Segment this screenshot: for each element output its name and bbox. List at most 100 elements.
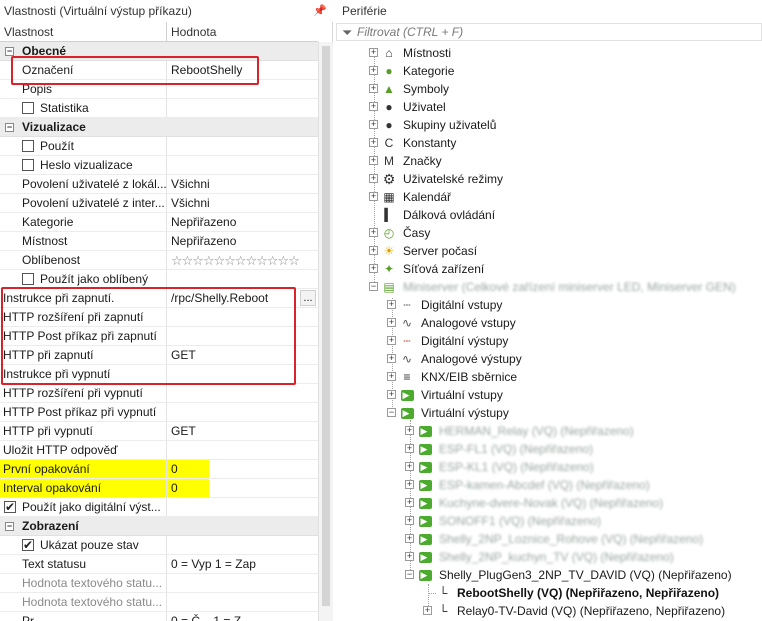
property-row-statistika[interactable]: Statistika — [0, 99, 318, 118]
expand-icon[interactable]: + — [369, 174, 378, 183]
property-value[interactable]: /rpc/Shelly.Reboot — [167, 289, 318, 307]
property-value[interactable] — [167, 593, 318, 611]
expand-icon[interactable]: + — [369, 192, 378, 201]
property-row-partial[interactable]: Pr... 0 = Č... 1 = Z... — [0, 612, 318, 621]
analog-input-icon: ∿ — [401, 316, 413, 330]
expand-icon[interactable]: + — [369, 48, 378, 57]
expand-icon[interactable]: + — [387, 372, 396, 381]
property-row-ukazat-stav[interactable]: Ukázat pouze stav — [0, 536, 318, 555]
expand-icon[interactable]: + — [369, 120, 378, 129]
filter-input[interactable]: ⏷ Filtrovat (CTRL + F) — [336, 23, 762, 41]
column-header-value[interactable]: Hodnota — [167, 22, 318, 42]
property-value[interactable]: Nepřiřazeno — [167, 213, 318, 231]
property-row-kategorie[interactable]: Kategorie Nepřiřazeno — [0, 213, 318, 232]
property-value[interactable]: GET — [167, 422, 318, 440]
expand-icon[interactable]: + — [387, 300, 396, 309]
property-value[interactable] — [167, 80, 318, 98]
property-row-povoleni-internet[interactable]: Povolení uživatelé z inter... Všichni — [0, 194, 318, 213]
property-row-http-vypnuti[interactable]: HTTP při vypnutí GET — [0, 422, 318, 441]
property-row-oblibenost[interactable]: Oblíbenost ☆☆☆☆☆☆☆☆☆☆☆☆ — [0, 251, 318, 270]
property-value[interactable]: 0 = Vyp 1 = Zap — [167, 555, 318, 573]
pin-icon[interactable]: 📌 — [313, 0, 327, 22]
property-name: Uložit HTTP odpověď — [0, 441, 167, 459]
property-row-hodnota-textoveho-1[interactable]: Hodnota textového statu... — [0, 574, 318, 593]
collapse-icon[interactable]: − — [405, 570, 414, 579]
scrollbar-thumb[interactable] — [322, 46, 330, 606]
property-name: Použít — [0, 137, 167, 155]
property-value[interactable]: 0 = Č... 1 = Z... — [167, 612, 318, 621]
property-row-http-post-zapnuti[interactable]: HTTP Post příkaz při zapnutí — [0, 327, 318, 346]
property-value[interactable]: Nepřiřazeno — [167, 232, 318, 250]
expand-icon[interactable]: + — [387, 390, 396, 399]
property-value[interactable]: Všichni — [167, 175, 318, 193]
property-value[interactable] — [167, 365, 318, 383]
property-row-http-rozsireni-zapnuti[interactable]: HTTP rozšíření při zapnutí — [0, 308, 318, 327]
property-name: Heslo vizualizace — [0, 156, 167, 174]
expand-icon[interactable]: + — [405, 480, 414, 489]
expand-icon[interactable]: + — [405, 534, 414, 543]
section-zobrazeni[interactable]: − Zobrazení — [0, 517, 318, 536]
property-row-http-post-vypnuti[interactable]: HTTP Post příkaz při vypnutí — [0, 403, 318, 422]
expand-icon[interactable]: + — [369, 66, 378, 75]
expand-icon[interactable]: + — [369, 246, 378, 255]
expand-icon[interactable]: + — [405, 516, 414, 525]
property-value[interactable]: Všichni — [167, 194, 318, 212]
property-row-heslo[interactable]: Heslo vizualizace — [0, 156, 318, 175]
property-value[interactable]: GET — [167, 346, 318, 364]
property-row-povoleni-lokal[interactable]: Povolení uživatelé z lokál... Všichni — [0, 175, 318, 194]
expand-icon[interactable]: + — [405, 498, 414, 507]
property-row-ulozit-http[interactable]: Uložit HTTP odpověď — [0, 441, 318, 460]
property-row-http-zapnuti[interactable]: HTTP při zapnutí GET — [0, 346, 318, 365]
property-row-instrukce-vypnuti[interactable]: Instrukce při vypnutí — [0, 365, 318, 384]
expand-icon[interactable]: + — [369, 156, 378, 165]
property-row-instrukce-zapnuti[interactable]: Instrukce při zapnutí. /rpc/Shelly.Reboo… — [0, 289, 318, 308]
section-label: Obecné — [22, 44, 67, 58]
property-row-http-rozsireni-vypnuti[interactable]: HTTP rozšíření při vypnutí — [0, 384, 318, 403]
property-row-text-statusu[interactable]: Text statusu 0 = Vyp 1 = Zap — [0, 555, 318, 574]
property-value[interactable]: RebootShelly — [167, 61, 318, 79]
constant-icon: C — [384, 136, 394, 150]
expand-icon[interactable]: + — [369, 102, 378, 111]
expand-icon[interactable]: + — [369, 138, 378, 147]
property-row-mistnost[interactable]: Místnost Nepřiřazeno — [0, 232, 318, 251]
property-row-pouzit-oblibeny[interactable]: Použít jako oblíbený — [0, 270, 318, 289]
expand-icon[interactable]: + — [405, 552, 414, 561]
expand-icon[interactable]: + — [369, 84, 378, 93]
property-row-prvni-opakovani[interactable]: První opakování 0 — [0, 460, 318, 479]
property-value[interactable] — [167, 403, 318, 421]
rating-stars[interactable]: ☆☆☆☆☆☆☆☆☆☆☆☆ — [167, 251, 318, 269]
expand-icon[interactable]: + — [423, 606, 432, 615]
column-header-property[interactable]: Vlastnost — [0, 22, 167, 42]
property-row-popis[interactable]: Popis — [0, 80, 318, 99]
property-row-pouzit[interactable]: Použít — [0, 137, 318, 156]
property-value[interactable] — [167, 441, 318, 459]
node-label: Shelly_PlugGen3_2NP_TV_DAVID (VQ) (Nepři… — [439, 568, 732, 582]
expand-icon[interactable]: + — [405, 462, 414, 471]
expand-icon[interactable]: + — [369, 264, 378, 273]
property-value[interactable]: 0 — [167, 479, 209, 497]
section-vizualizace[interactable]: − Vizualizace — [0, 118, 318, 137]
browse-button[interactable]: ... — [300, 290, 316, 306]
property-value — [167, 498, 318, 516]
property-value[interactable] — [167, 327, 318, 345]
node-label: Digitální vstupy — [421, 298, 503, 312]
vertical-scrollbar[interactable] — [318, 42, 333, 621]
collapse-icon[interactable]: − — [369, 282, 378, 291]
expand-icon[interactable]: + — [387, 336, 396, 345]
property-value[interactable]: 0 — [167, 460, 209, 478]
property-row-pouzit-digitalni[interactable]: Použít jako digitální výst... — [0, 498, 318, 517]
property-row-interval-opakovani[interactable]: Interval opakování 0 — [0, 479, 318, 498]
expand-icon[interactable]: + — [405, 426, 414, 435]
collapse-icon[interactable]: − — [387, 408, 396, 417]
property-value[interactable] — [167, 308, 318, 326]
expand-icon[interactable]: + — [387, 318, 396, 327]
property-value[interactable] — [167, 574, 318, 592]
property-row-oznaceni[interactable]: Označení RebootShelly — [0, 61, 318, 80]
expand-icon[interactable]: + — [369, 228, 378, 237]
expand-icon[interactable]: + — [387, 354, 396, 363]
property-row-hodnota-textoveho-2[interactable]: Hodnota textového statu... — [0, 593, 318, 612]
expand-icon[interactable]: + — [405, 444, 414, 453]
section-obecne[interactable]: − Obecné — [0, 42, 318, 61]
property-name: Text statusu — [0, 555, 167, 573]
property-value[interactable] — [167, 384, 318, 402]
